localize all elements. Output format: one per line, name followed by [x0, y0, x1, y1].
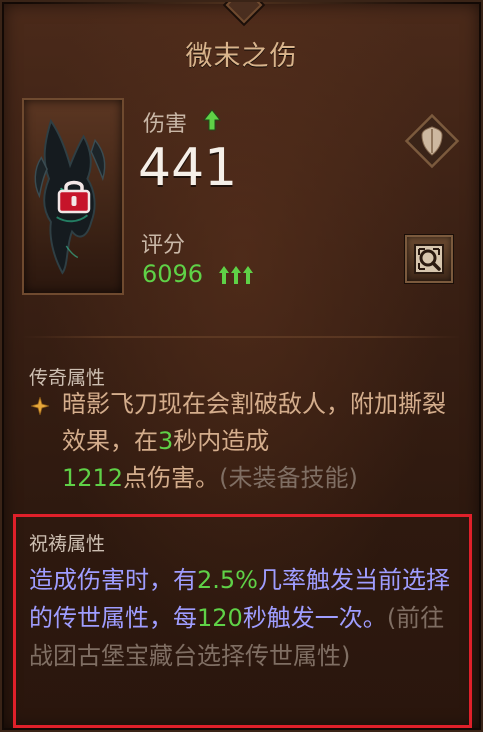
legendary-star-icon — [31, 397, 49, 415]
inspect-icon — [414, 244, 444, 274]
damage-value: 441 — [138, 138, 238, 198]
damage-label: 伤害 — [143, 112, 188, 137]
item-name: 微末之伤 — [185, 41, 298, 72]
prayer-text-part3: 秒触发一次。 — [242, 604, 387, 632]
legendary-note: (未装备技能) — [219, 464, 358, 492]
score-value: 6096 — [142, 260, 204, 288]
prayer-cooldown-value: 120 — [197, 604, 243, 632]
prayer-affix-header: 祝祷属性 — [29, 533, 106, 555]
legendary-text-part2: 秒内造成 — [173, 427, 270, 455]
top-ornament — [225, 2, 262, 24]
lock-icon — [57, 180, 91, 214]
legendary-duration-value: 3 — [158, 427, 174, 455]
prayer-chance-value: 2.5% — [197, 566, 258, 594]
green-arrows-up-icon — [219, 266, 253, 284]
prayer-text-part1: 造成伤害时，有 — [29, 566, 197, 594]
prayer-affix-text: 造成伤害时，有2.5%几率触发当前选择的传世属性，每120秒触发一次。(前往战团… — [29, 561, 454, 675]
legendary-damage-value: 1212 — [62, 464, 124, 492]
item-tooltip: 微末之伤 伤害 441 评分 6096 传奇属性 暗影飞刀现在会割破敌人，附加撕… — [0, 0, 483, 732]
inspect-button[interactable] — [405, 235, 453, 283]
legendary-text-part3: 点伤害。 — [123, 464, 220, 492]
score-label: 评分 — [141, 233, 186, 258]
section-divider — [22, 336, 461, 338]
legendary-affix-text: 暗影飞刀现在会割破敌人，附加撕裂效果，在3秒内造成 1212点伤害。(未装备技能) — [62, 386, 462, 497]
green-arrow-up-icon — [203, 109, 221, 131]
shield-compare-icon[interactable] — [400, 109, 464, 173]
